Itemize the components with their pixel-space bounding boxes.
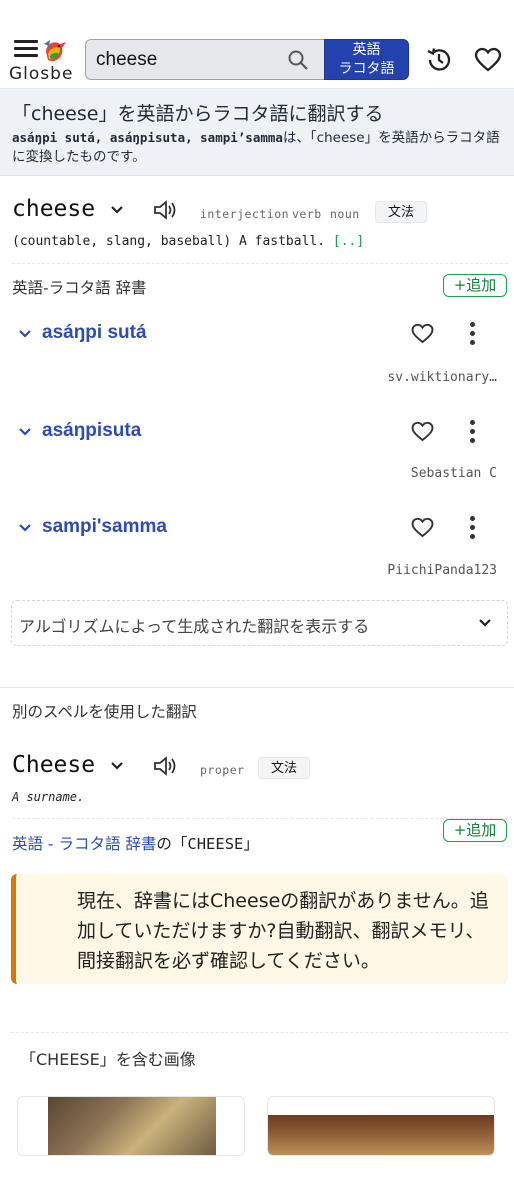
translation-source: sv.wiktionary…	[387, 370, 497, 385]
language-pair-button[interactable]: 英語 ラコタ語	[324, 39, 409, 80]
cheese-image	[268, 1115, 494, 1155]
dictionary-link-text[interactable]: 英語 - ラコタ語 辞書	[12, 835, 156, 853]
more-options-icon[interactable]	[466, 322, 478, 346]
history-icon[interactable]	[425, 46, 453, 74]
image-thumbnail[interactable]	[267, 1096, 495, 1156]
search-icon[interactable]	[287, 49, 309, 71]
glosbe-bird-logo[interactable]	[40, 36, 68, 66]
notice-text: 現在、辞書にはCheeseの翻訳がありません。追加していただけますか?自動翻訳、…	[77, 890, 489, 972]
definition: (countable, slang, baseball) A fastball.…	[12, 234, 364, 249]
more-options-icon[interactable]	[466, 420, 478, 444]
definition-more-link[interactable]: [..]	[333, 234, 364, 249]
definition-text: (countable, slang, baseball) A fastball.	[12, 234, 326, 249]
speaker-icon[interactable]	[152, 198, 178, 222]
image-thumbnail[interactable]	[17, 1096, 245, 1156]
heart-icon[interactable]	[411, 517, 434, 538]
page-subtitle: asáŋpi sutá, asáŋpisuta, sampi’sammaは、「c…	[12, 128, 502, 167]
divider	[12, 818, 508, 819]
dictionary-label: 英語-ラコタ語 辞書	[12, 279, 147, 297]
speaker-icon[interactable]	[152, 754, 178, 778]
section-divider	[0, 687, 514, 688]
glosbe-logo-text[interactable]: Glosbe	[9, 64, 73, 84]
top-bar: Glosbe 英語 ラコタ語	[0, 0, 514, 88]
translation-word[interactable]: asáŋpi sutá	[42, 322, 147, 344]
alt-definition: A surname.	[12, 790, 85, 804]
translation-word[interactable]: asáŋpisuta	[42, 420, 141, 442]
dictionary-link-suffix: の「CHEESE」	[156, 835, 259, 853]
grammar-button[interactable]: 文法	[258, 757, 311, 779]
translation-banner: 「cheese」を英語からラコタ語に翻訳する asáŋpi sutá, asáŋ…	[0, 88, 514, 176]
images-section-label: 「CHEESE」を含む画像	[20, 1050, 196, 1069]
chevron-down-icon[interactable]	[18, 427, 32, 437]
pos-noun: noun	[330, 207, 360, 221]
heart-icon[interactable]	[411, 421, 434, 442]
add-translation-button[interactable]: +追加	[443, 819, 507, 842]
grammar-button[interactable]: 文法	[375, 201, 428, 223]
dictionary-link[interactable]: 英語 - ラコタ語 辞書の「CHEESE」	[12, 832, 259, 854]
chevron-down-icon[interactable]	[18, 329, 32, 339]
search-box[interactable]	[85, 39, 325, 80]
chevron-down-icon[interactable]	[110, 761, 124, 771]
add-translation-button[interactable]: +追加	[443, 274, 507, 297]
cheese-image	[48, 1097, 216, 1155]
pos-proper: proper	[200, 763, 245, 777]
search-input[interactable]	[96, 48, 276, 72]
show-algorithmic-translations[interactable]: アルゴリズムによって生成された翻訳を表示する	[11, 600, 508, 646]
lang-source: 英語	[352, 42, 381, 58]
more-options-icon[interactable]	[466, 516, 478, 540]
subtitle-translations: asáŋpi sutá, asáŋpisuta, sampi’samma	[12, 130, 283, 145]
translation-word[interactable]: sampi'samma	[42, 516, 167, 538]
page-title: 「cheese」を英語からラコタ語に翻訳する	[12, 103, 384, 125]
menu-icon[interactable]	[14, 40, 38, 60]
divider	[12, 263, 508, 264]
lang-target: ラコタ語	[338, 61, 395, 77]
alt-spelling-label: 別のスペルを使用した翻訳	[12, 703, 197, 721]
translation-source: Sebastian C	[410, 466, 497, 481]
translation-source: PiichiPanda123	[387, 563, 497, 578]
no-translation-notice: 現在、辞書にはCheeseの翻訳がありません。追加していただけますか?自動翻訳、…	[11, 874, 508, 984]
pos-interjection: interjection	[200, 207, 290, 221]
chevron-down-icon[interactable]	[478, 618, 492, 628]
favorites-heart-icon[interactable]	[474, 47, 502, 73]
divider	[11, 1032, 508, 1033]
algo-label: アルゴリズムによって生成された翻訳を表示する	[19, 617, 370, 636]
chevron-down-icon[interactable]	[18, 523, 32, 533]
pos-verb: verb	[292, 207, 322, 221]
heart-icon[interactable]	[411, 323, 434, 344]
alt-headword: Cheese	[12, 752, 96, 778]
headword: cheese	[12, 196, 96, 222]
chevron-down-icon[interactable]	[110, 205, 124, 215]
